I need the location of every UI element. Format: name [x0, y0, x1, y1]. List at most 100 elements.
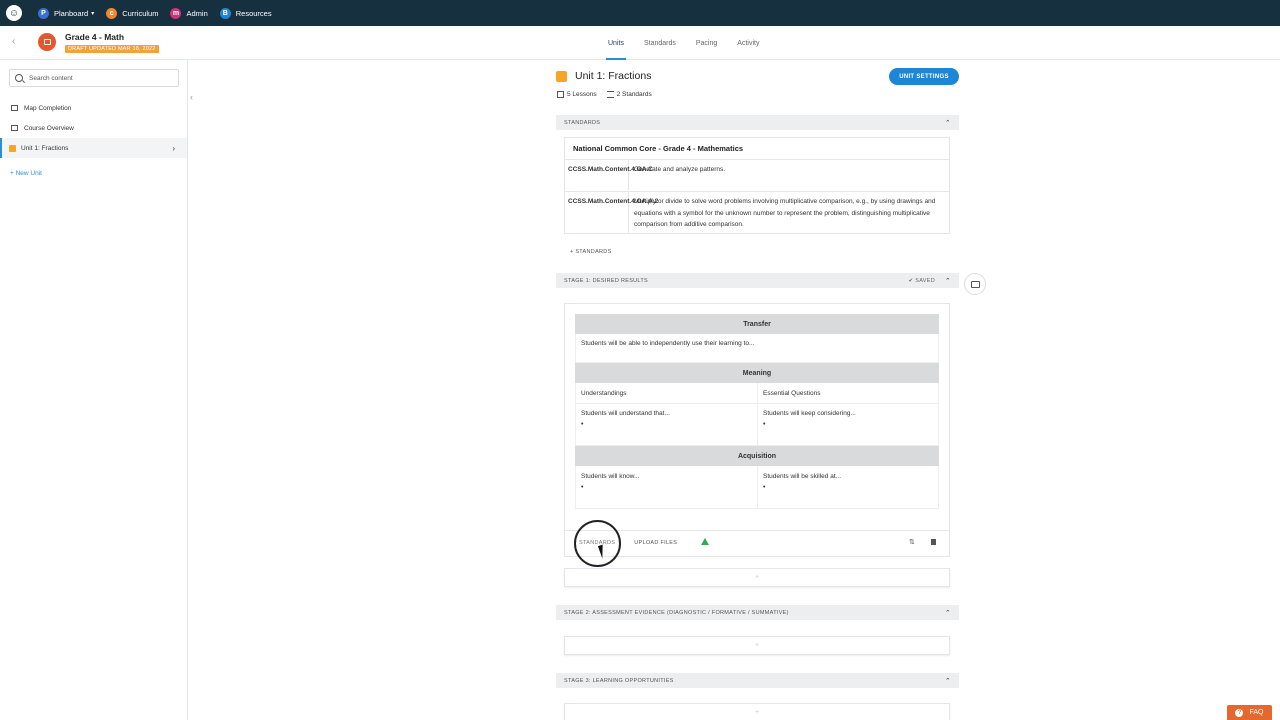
- list-icon: [606, 91, 614, 98]
- course-tabs: Units Standards Pacing Activity: [598, 26, 769, 60]
- reorder-arrows-icon[interactable]: ⇅: [909, 538, 915, 546]
- standard-description: Generate and analyze patterns.: [634, 166, 726, 173]
- table-row[interactable]: CCSS.Math.Content.4.OA.C Generate and an…: [565, 159, 949, 190]
- standard-code: CCSS.Math.Content.4.OA.A.2: [565, 192, 658, 234]
- section-bar-label: STAGE 3: LEARNING OPPORTUNITIES: [564, 677, 674, 684]
- search-icon: [15, 74, 23, 82]
- faq-label: FAQ: [1249, 709, 1264, 716]
- chevron-up-icon[interactable]: ⌃: [945, 677, 951, 685]
- curriculum-icon: c: [106, 7, 118, 19]
- faq-button[interactable]: ? FAQ: [1227, 705, 1272, 720]
- resources-icon: B: [219, 7, 231, 19]
- tab-standards[interactable]: Standards: [634, 26, 686, 60]
- divider: [564, 530, 950, 531]
- nav-curriculum[interactable]: c Curriculum: [106, 7, 159, 19]
- know-text: Students will know...: [581, 473, 640, 480]
- search-placeholder: Search content: [29, 74, 73, 82]
- app-logo-icon[interactable]: ☺: [6, 5, 22, 21]
- course-icon: [38, 33, 56, 51]
- help-icon: ?: [1235, 708, 1244, 717]
- add-block-button[interactable]: +: [564, 636, 950, 655]
- table-row[interactable]: CCSS.Math.Content.4.OA.A.2 Multiply or d…: [565, 191, 949, 234]
- tab-pacing[interactable]: Pacing: [686, 26, 727, 60]
- skilled-text: Students will be skilled at...: [763, 473, 842, 480]
- sidebar-item-label: Map Completion: [24, 104, 72, 112]
- standard-description: Multiply or divide to solve word problem…: [634, 198, 936, 228]
- add-block-button[interactable]: +: [564, 568, 950, 587]
- google-drive-icon[interactable]: [701, 538, 709, 545]
- nav-planboard-label: Planboard: [54, 8, 89, 18]
- sidebar-item-course-overview[interactable]: Course Overview: [0, 118, 187, 138]
- chevron-right-icon: ›: [172, 143, 175, 153]
- sidebar: Search content Map Completion Course Ove…: [0, 60, 188, 720]
- standards-table: National Common Core - Grade 4 - Mathema…: [564, 137, 950, 234]
- chevron-up-icon[interactable]: ⌃: [945, 277, 951, 285]
- section-bar-label: STANDARDS: [564, 119, 601, 126]
- stage1-card-footer: STANDARDS UPLOAD FILES: [575, 536, 939, 550]
- sidebar-item-unit-1[interactable]: Unit 1: Fractions ›: [0, 138, 187, 158]
- sidebar-item-label: Course Overview: [24, 124, 74, 132]
- standards-section-bar[interactable]: STANDARDS ⌃: [556, 115, 959, 130]
- acquisition-header: Acquisition: [575, 446, 939, 466]
- divider: [757, 466, 758, 508]
- unit-title: Unit 1: Fractions: [575, 70, 652, 82]
- understandings-label: Understandings: [581, 390, 627, 397]
- chevron-down-icon: ▾: [91, 10, 95, 17]
- sidebar-item-map-completion[interactable]: Map Completion: [0, 98, 187, 118]
- cursor-highlight: [574, 520, 621, 567]
- transfer-header: Transfer: [575, 314, 939, 334]
- bullet: •: [581, 421, 584, 428]
- upload-files-button[interactable]: UPLOAD FILES: [634, 540, 677, 546]
- bullet: •: [581, 484, 584, 491]
- planboard-icon: P: [38, 7, 49, 19]
- chevron-up-icon[interactable]: ⌃: [945, 609, 951, 617]
- stage1-section-bar[interactable]: STAGE 1: DESIRED RESULTS ✔ SAVED ⌃: [556, 273, 959, 288]
- standard-code: CCSS.Math.Content.4.OA.C: [565, 160, 653, 190]
- unit-color-icon: [9, 144, 16, 152]
- transfer-text: Students will be able to independently u…: [581, 340, 755, 347]
- tab-units[interactable]: Units: [598, 26, 634, 60]
- nav-curriculum-label: Curriculum: [122, 8, 159, 18]
- unit-meta: 5 Lessons 2 Standards: [557, 91, 652, 98]
- top-navbar: ☺ P Planboard ▾ c Curriculum m Admin B R…: [0, 0, 1280, 26]
- unit-settings-button[interactable]: UNIT SETTINGS: [889, 68, 959, 85]
- transfer-cell[interactable]: [575, 334, 939, 363]
- calendar-icon: [557, 91, 564, 98]
- nav-admin[interactable]: m Admin: [170, 7, 208, 19]
- framework-title: National Common Core - Grade 4 - Mathema…: [573, 144, 744, 153]
- essential-questions-label: Essential Questions: [763, 390, 821, 397]
- back-arrow-icon[interactable]: ‹: [12, 36, 15, 47]
- meaning-header: Meaning: [575, 363, 939, 383]
- stage2-section-bar[interactable]: STAGE 2: ASSESSMENT EVIDENCE (DIAGNOSTIC…: [556, 605, 959, 620]
- stage3-section-bar[interactable]: STAGE 3: LEARNING OPPORTUNITIES ⌃: [556, 673, 959, 688]
- trash-icon[interactable]: [931, 539, 936, 545]
- search-input[interactable]: Search content: [9, 69, 179, 87]
- saved-status: ✔ SAVED: [908, 277, 935, 284]
- collapse-sidebar-icon[interactable]: ‹: [190, 92, 193, 102]
- course-header: ‹ Grade 4 - Math DRAFT UPDATED MAR 18, 2…: [0, 26, 1280, 60]
- standards-count-label: 2 Standards: [616, 91, 652, 99]
- tab-activity[interactable]: Activity: [727, 26, 769, 60]
- chevron-up-icon[interactable]: ⌃: [945, 119, 951, 127]
- nav-resources[interactable]: B Resources: [219, 7, 272, 19]
- sidebar-item-label: Unit 1: Fractions: [21, 144, 69, 152]
- nav-admin-label: Admin: [186, 8, 208, 18]
- admin-icon: m: [170, 7, 182, 19]
- comment-icon[interactable]: [964, 273, 986, 295]
- divider: [757, 383, 758, 445]
- overview-icon: [11, 125, 18, 131]
- bullet: •: [763, 484, 766, 491]
- course-title: Grade 4 - Math: [65, 32, 125, 42]
- standards-count[interactable]: 2 Standards: [606, 91, 652, 99]
- understand-text: Students will understand that...: [581, 410, 670, 417]
- lessons-count[interactable]: 5 Lessons: [557, 91, 597, 98]
- map-icon: [11, 105, 18, 111]
- considering-text: Students will keep considering...: [763, 410, 856, 417]
- new-unit-button[interactable]: + New Unit: [0, 163, 187, 183]
- section-bar-label: STAGE 2: ASSESSMENT EVIDENCE (DIAGNOSTIC…: [564, 609, 789, 616]
- add-block-button[interactable]: +: [564, 703, 950, 720]
- add-standards-button[interactable]: + STANDARDS: [570, 249, 612, 255]
- nav-resources-label: Resources: [235, 8, 272, 18]
- nav-planboard[interactable]: P Planboard ▾: [38, 7, 95, 19]
- lessons-label: 5 Lessons: [567, 91, 597, 99]
